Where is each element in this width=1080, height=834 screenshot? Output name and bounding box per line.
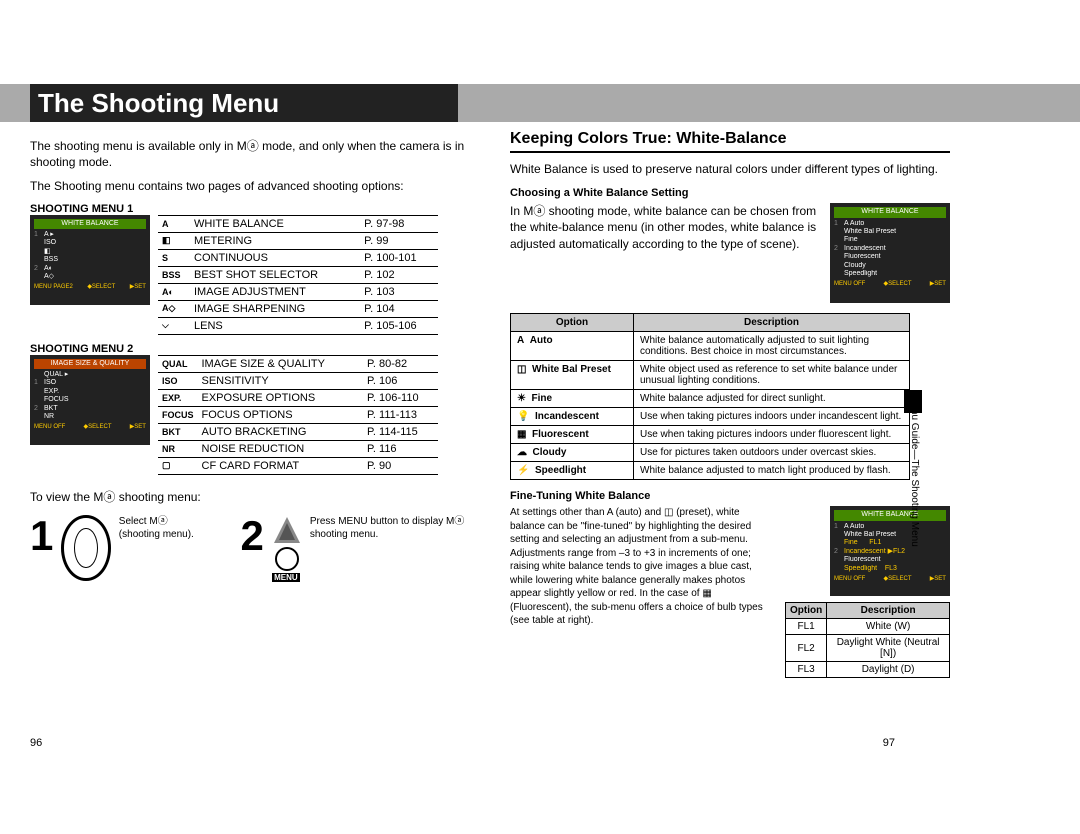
subheading-choosing: Choosing a White Balance Setting bbox=[510, 187, 950, 199]
shooting-menu-1-table: AWHITE BALANCEP. 97-98◧METERINGP. 99SCON… bbox=[158, 215, 438, 335]
step-1: 1 Select Mⓐ (shooting menu). bbox=[30, 515, 211, 582]
step-2: 2 MENU Press MENU button to display Mⓐ s… bbox=[241, 515, 470, 582]
table-row: A◇IMAGE SHARPENINGP. 104 bbox=[158, 300, 438, 317]
table-row: A◐IMAGE ADJUSTMENTP. 103 bbox=[158, 283, 438, 300]
shooting-menu-2-table: QUALIMAGE SIZE & QUALITYP. 80-82ISOSENSI… bbox=[158, 355, 438, 475]
page-number-left: 96 bbox=[30, 737, 42, 749]
table-row: ▦ FluorescentUse when taking pictures in… bbox=[511, 426, 910, 444]
table-row: FL3Daylight (D) bbox=[786, 662, 950, 678]
table-row: ☁ CloudyUse for pictures taken outdoors … bbox=[511, 444, 910, 462]
fl-th-option: Option bbox=[786, 603, 827, 619]
table-row: A AutoWhite balance automatically adjust… bbox=[511, 332, 910, 361]
wb-choose-text: In Mⓐ shooting mode, white balance can b… bbox=[510, 203, 822, 252]
table-row: AWHITE BALANCEP. 97-98 bbox=[158, 215, 438, 232]
lcd-screenshot-2: IMAGE SIZE & QUALITY QUAL ▸ 1ISO EXP. FO… bbox=[30, 355, 150, 445]
intro-1: The shooting menu is available only in M… bbox=[30, 138, 470, 170]
page-title: The Shooting Menu bbox=[30, 84, 458, 122]
side-tab-text: Menu Guide—The Shooting Menu bbox=[909, 395, 920, 547]
section-heading: Keeping Colors True: White-Balance bbox=[510, 130, 950, 153]
step-2-number: 2 bbox=[241, 515, 264, 557]
intro-2: The Shooting menu contains two pages of … bbox=[30, 178, 470, 194]
fl-th-desc: Description bbox=[827, 603, 950, 619]
table-row: ⌵LENSP. 105-106 bbox=[158, 317, 438, 334]
table-row: ◧METERINGP. 99 bbox=[158, 232, 438, 249]
table-row: EXP.EXPOSURE OPTIONSP. 106-110 bbox=[158, 389, 438, 406]
table-row: ISOSENSITIVITYP. 106 bbox=[158, 372, 438, 389]
th-option: Option bbox=[511, 314, 634, 332]
step-1-number: 1 bbox=[30, 515, 53, 557]
wb-options-table: Option Description A AutoWhite balance a… bbox=[510, 313, 910, 480]
table-row: 💡 IncandescentUse when taking pictures i… bbox=[511, 408, 910, 426]
shooting-menu-1-label: SHOOTING MENU 1 bbox=[30, 203, 470, 215]
table-row: NRNOISE REDUCTIONP. 116 bbox=[158, 440, 438, 457]
table-row: ⚡ SpeedlightWhite balance adjusted to ma… bbox=[511, 462, 910, 480]
table-row: SCONTINUOUSP. 100-101 bbox=[158, 249, 438, 266]
table-row: QUALIMAGE SIZE & QUALITYP. 80-82 bbox=[158, 355, 438, 372]
table-row: FL1White (W) bbox=[786, 619, 950, 635]
shooting-menu-2-label: SHOOTING MENU 2 bbox=[30, 343, 470, 355]
table-row: BKTAUTO BRACKETINGP. 114-115 bbox=[158, 423, 438, 440]
lcd-screenshot-1: WHITE BALANCE 1A ▸ ISO ◧ BSS 2A◐ A◇ MENU… bbox=[30, 215, 150, 305]
lcd-wb-1: WHITE BALANCE 1A AutoWhite Bal PresetFin… bbox=[830, 203, 950, 303]
page-number-right: 97 bbox=[883, 737, 895, 749]
lcd-wb-2: WHITE BALANCE 1A Auto White Bal Preset F… bbox=[830, 506, 950, 596]
left-page: The shooting menu is available only in M… bbox=[30, 130, 470, 678]
mode-dial-icon bbox=[61, 515, 110, 581]
th-description: Description bbox=[634, 314, 910, 332]
right-page: Keeping Colors True: White-Balance White… bbox=[510, 130, 950, 678]
table-row: ▢CF CARD FORMATP. 90 bbox=[158, 457, 438, 474]
step-2-text: Press MENU button to display Mⓐ shooting… bbox=[310, 515, 470, 541]
fluorescent-table: Option Description FL1White (W)FL2Daylig… bbox=[785, 602, 950, 678]
table-row: FOCUSFOCUS OPTIONSP. 111-113 bbox=[158, 406, 438, 423]
table-row: BSSBEST SHOT SELECTORP. 102 bbox=[158, 266, 438, 283]
view-label: To view the Mⓐ shooting menu: bbox=[30, 489, 470, 505]
step-1-text: Select Mⓐ (shooting menu). bbox=[119, 515, 211, 541]
wb-intro: White Balance is used to preserve natura… bbox=[510, 161, 950, 177]
table-row: FL2Daylight White (Neutral [N]) bbox=[786, 635, 950, 662]
menu-button-icon: MENU bbox=[272, 515, 302, 582]
subheading-fine-tuning: Fine-Tuning White Balance bbox=[510, 490, 950, 502]
table-row: ◫ White Bal PresetWhite object used as r… bbox=[511, 361, 910, 390]
table-row: ☀ FineWhite balance adjusted for direct … bbox=[511, 390, 910, 408]
